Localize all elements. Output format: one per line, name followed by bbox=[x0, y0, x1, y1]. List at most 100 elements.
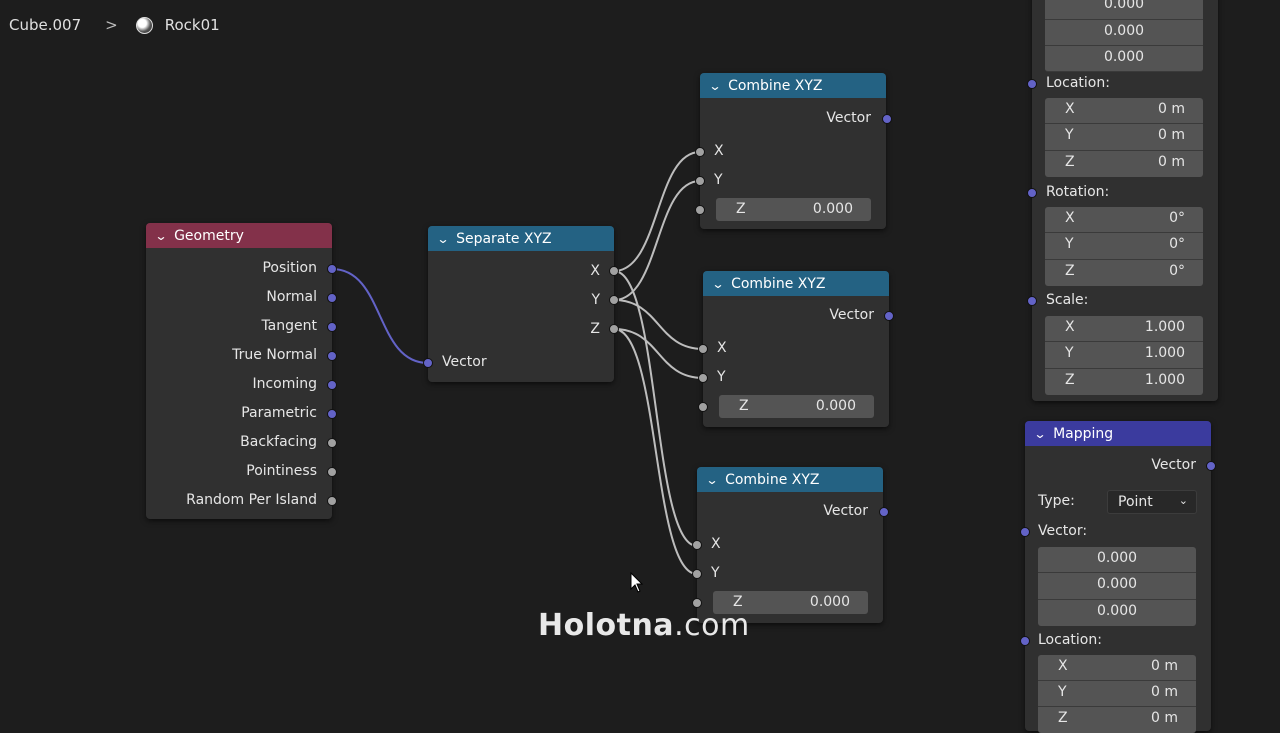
mapping-top-vector-y[interactable]: 0.000 bbox=[1045, 20, 1203, 46]
socket-combine-3-x[interactable] bbox=[692, 540, 702, 550]
socket-combine-3-y[interactable] bbox=[692, 569, 702, 579]
geometry-output-backfacing: Backfacing bbox=[240, 434, 317, 450]
socket-combine-1-vector-out[interactable] bbox=[882, 114, 892, 124]
separate-output-x: X bbox=[590, 263, 600, 279]
axis: Y bbox=[1065, 236, 1074, 252]
socket-combine-2-y[interactable] bbox=[698, 373, 708, 383]
combine-xyz-1-title: Combine XYZ bbox=[728, 77, 823, 94]
combine-3-z-value: 0.000 bbox=[809, 594, 850, 610]
mapping-top-rotation-x[interactable]: X 0° bbox=[1045, 207, 1203, 233]
collapse-chevron-icon[interactable]: ⌄ bbox=[154, 229, 167, 243]
value: 1.000 bbox=[1144, 372, 1185, 388]
socket-pointiness[interactable] bbox=[327, 467, 337, 477]
combine-2-z-label: Z bbox=[739, 398, 749, 414]
axis: Y bbox=[1065, 345, 1074, 361]
mapping-vector-x[interactable]: 0.000 bbox=[1038, 547, 1196, 573]
value: 0.000 bbox=[1103, 23, 1145, 39]
combine-xyz-2-header[interactable]: ⌄ Combine XYZ bbox=[703, 271, 889, 296]
socket-tangent[interactable] bbox=[327, 322, 337, 332]
socket-combine-1-x[interactable] bbox=[695, 147, 705, 157]
breadcrumb-material[interactable]: Rock01 bbox=[165, 16, 220, 34]
socket-true-normal[interactable] bbox=[327, 351, 337, 361]
collapse-chevron-icon[interactable]: ⌄ bbox=[705, 473, 718, 487]
link-position-to-vector bbox=[331, 268, 429, 364]
link-x-to-combine3-x bbox=[613, 270, 698, 547]
mapping-top-scale-y[interactable]: Y 1.000 bbox=[1045, 342, 1203, 369]
mapping-top-rotation-z[interactable]: Z 0° bbox=[1045, 260, 1203, 286]
socket-normal[interactable] bbox=[327, 293, 337, 303]
axis: X bbox=[1065, 319, 1075, 335]
combine-1-z-value: 0.000 bbox=[812, 201, 853, 217]
collapse-chevron-icon[interactable]: ⌄ bbox=[708, 79, 721, 93]
collapse-chevron-icon[interactable]: ⌄ bbox=[436, 232, 449, 246]
socket-combine-3-z[interactable] bbox=[692, 598, 702, 608]
socket-combine-3-vector-out[interactable] bbox=[879, 507, 889, 517]
value: 0 m bbox=[1151, 658, 1178, 674]
value: 0 m bbox=[1158, 154, 1185, 170]
socket-separate-y[interactable] bbox=[609, 295, 619, 305]
socket-mapping-location[interactable] bbox=[1020, 636, 1030, 646]
mapping-top-vector-z[interactable]: 0.000 bbox=[1045, 46, 1203, 72]
collapse-chevron-icon[interactable]: ⌄ bbox=[711, 277, 724, 291]
geometry-output-position: Position bbox=[262, 260, 317, 276]
socket-mapping-top-scale[interactable] bbox=[1027, 296, 1037, 306]
mapping-location-y[interactable]: Y 0 m bbox=[1038, 681, 1196, 707]
combine-xyz-3-header[interactable]: ⌄ Combine XYZ bbox=[697, 467, 883, 492]
mapping-location-z[interactable]: Z 0 m bbox=[1038, 707, 1196, 733]
socket-mapping-top-rotation[interactable] bbox=[1027, 188, 1037, 198]
mapping-vector-z[interactable]: 0.000 bbox=[1038, 600, 1196, 626]
value: 0.000 bbox=[1103, 0, 1145, 12]
collapse-chevron-icon[interactable]: ⌄ bbox=[1033, 427, 1046, 441]
separate-xyz-header[interactable]: ⌄ Separate XYZ bbox=[428, 226, 614, 251]
mapping-node-header[interactable]: ⌄ Mapping bbox=[1025, 421, 1211, 446]
combine-1-z-field[interactable]: Z 0.000 bbox=[716, 198, 871, 221]
combine-3-input-x: X bbox=[711, 536, 721, 552]
socket-separate-z[interactable] bbox=[609, 324, 619, 334]
mapping-top-location-y[interactable]: Y 0 m bbox=[1045, 124, 1203, 151]
value: 0 m bbox=[1151, 710, 1178, 726]
mapping-node-top[interactable]: 0.000 0.000 0.000 Location: X 0 m Y 0 m Z 0… bbox=[1032, 0, 1218, 401]
socket-incoming[interactable] bbox=[327, 380, 337, 390]
combine-xyz-node-3[interactable]: ⌄ Combine XYZ Vector X Y Z 0.000 bbox=[697, 467, 883, 623]
socket-combine-2-x[interactable] bbox=[698, 344, 708, 354]
socket-separate-x[interactable] bbox=[609, 266, 619, 276]
value: 1.000 bbox=[1144, 345, 1185, 361]
mapping-location-label: Location: bbox=[1038, 632, 1102, 648]
socket-parametric[interactable] bbox=[327, 409, 337, 419]
mapping-top-vector-x[interactable]: 0.000 bbox=[1045, 0, 1203, 20]
geometry-output-random-per-island: Random Per Island bbox=[186, 492, 317, 508]
combine-2-z-field[interactable]: Z 0.000 bbox=[719, 395, 874, 418]
socket-combine-2-vector-out[interactable] bbox=[884, 311, 894, 321]
combine-xyz-node-1[interactable]: ⌄ Combine XYZ Vector X Y Z 0.000 bbox=[700, 73, 886, 229]
breadcrumb-object[interactable]: Cube.007 bbox=[9, 16, 81, 34]
mapping-top-location-x[interactable]: X 0 m bbox=[1045, 98, 1203, 124]
socket-mapping-top-location[interactable] bbox=[1027, 79, 1037, 89]
socket-mapping-vector-out[interactable] bbox=[1206, 461, 1216, 471]
socket-position[interactable] bbox=[327, 264, 337, 274]
mapping-vector-y[interactable]: 0.000 bbox=[1038, 573, 1196, 600]
socket-combine-2-z[interactable] bbox=[698, 402, 708, 412]
geometry-node-header[interactable]: ⌄ Geometry bbox=[146, 223, 332, 248]
mapping-location-x[interactable]: X 0 m bbox=[1038, 655, 1196, 681]
socket-combine-1-y[interactable] bbox=[695, 176, 705, 186]
mapping-type-dropdown[interactable]: Point ⌄ bbox=[1107, 490, 1197, 514]
socket-separate-vector-in[interactable] bbox=[423, 358, 433, 368]
value: 0° bbox=[1169, 263, 1185, 279]
mapping-top-scale-z[interactable]: Z 1.000 bbox=[1045, 369, 1203, 395]
mapping-top-scale-x[interactable]: X 1.000 bbox=[1045, 316, 1203, 342]
geometry-node[interactable]: ⌄ Geometry Position Normal Tangent True N… bbox=[146, 223, 332, 519]
socket-random-per-island[interactable] bbox=[327, 496, 337, 506]
mapping-node[interactable]: ⌄ Mapping Vector Type: Point ⌄ Vector: 0.… bbox=[1025, 421, 1211, 733]
separate-xyz-node[interactable]: ⌄ Separate XYZ X Y Z Vector bbox=[428, 226, 614, 382]
socket-backfacing[interactable] bbox=[327, 438, 337, 448]
combine-2-input-y: Y bbox=[717, 369, 726, 385]
value: 0.000 bbox=[1096, 550, 1138, 566]
link-x-to-combine1-x bbox=[613, 151, 701, 272]
socket-combine-1-z[interactable] bbox=[695, 205, 705, 215]
combine-xyz-node-2[interactable]: ⌄ Combine XYZ Vector X Y Z 0.000 bbox=[703, 271, 889, 427]
mapping-top-rotation-y[interactable]: Y 0° bbox=[1045, 233, 1203, 260]
combine-xyz-1-header[interactable]: ⌄ Combine XYZ bbox=[700, 73, 886, 98]
mapping-node-title: Mapping bbox=[1053, 425, 1114, 442]
socket-mapping-vector-in[interactable] bbox=[1020, 527, 1030, 537]
mapping-top-location-z[interactable]: Z 0 m bbox=[1045, 151, 1203, 177]
